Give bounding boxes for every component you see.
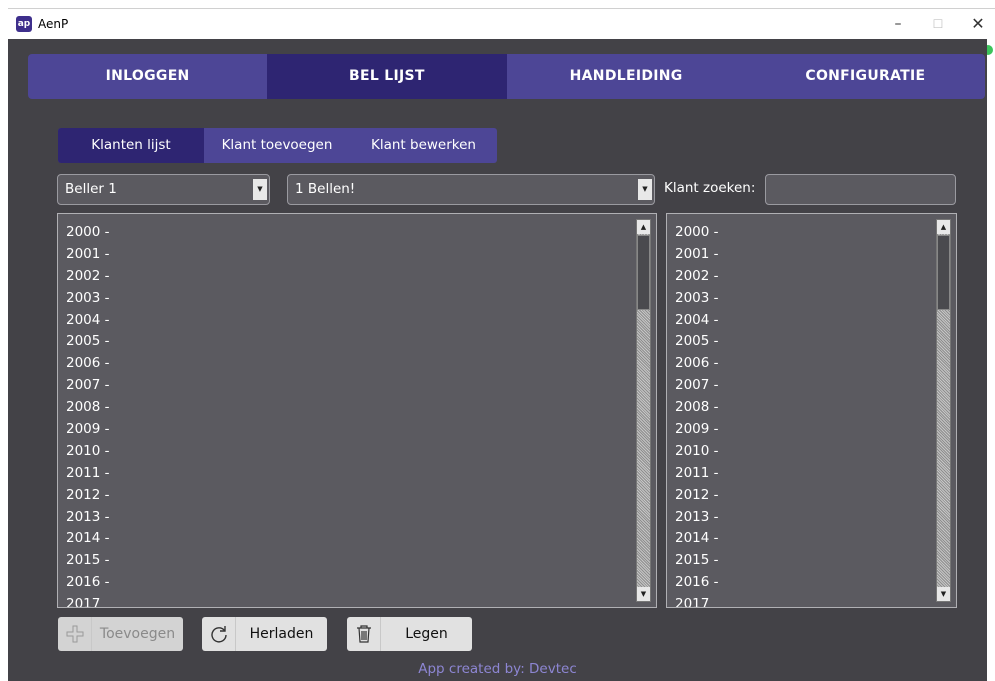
list-item[interactable]: 2006 -: [66, 353, 634, 375]
list-item[interactable]: 2004 -: [675, 310, 934, 332]
main-nav: INLOGGEN BEL LIJST HANDLEIDING CONFIGURA…: [28, 54, 985, 99]
search-label: Klant zoeken:: [664, 180, 756, 196]
list-item[interactable]: 2016 -: [66, 572, 634, 594]
list-item[interactable]: 2005 -: [66, 331, 634, 353]
list-item[interactable]: 2003 -: [675, 288, 934, 310]
customer-list-items: 2000 -2001 -2002 -2003 -2004 -2005 -2006…: [66, 222, 634, 607]
list-item[interactable]: 2000 -: [66, 222, 634, 244]
list-item[interactable]: 2003 -: [66, 288, 634, 310]
window-title: AenP: [38, 17, 69, 31]
scroll-thumb[interactable]: [637, 235, 650, 310]
trash-icon: [347, 617, 381, 651]
list-item[interactable]: 2017: [66, 594, 634, 607]
list-item[interactable]: 2012 -: [66, 485, 634, 507]
list-item[interactable]: 2005 -: [675, 331, 934, 353]
list-item[interactable]: 2007 -: [675, 375, 934, 397]
scroll-down-icon[interactable]: ▼: [937, 587, 950, 601]
tab-inloggen[interactable]: INLOGGEN: [28, 54, 267, 99]
list-item[interactable]: 2010 -: [675, 441, 934, 463]
chevron-down-icon[interactable]: ▼: [638, 179, 652, 200]
subtab-klant-toevoegen[interactable]: Klant toevoegen: [204, 128, 350, 163]
subtab-klanten-lijst[interactable]: Klanten lijst: [58, 128, 204, 163]
plus-icon: [58, 617, 92, 651]
list-item[interactable]: 2012 -: [675, 485, 934, 507]
app-body: INLOGGEN BEL LIJST HANDLEIDING CONFIGURA…: [8, 39, 987, 681]
list-item[interactable]: 2009 -: [66, 419, 634, 441]
refresh-icon: [202, 617, 236, 651]
customer-list-scrollbar[interactable]: ▲ ▼: [636, 219, 651, 602]
clear-button[interactable]: Legen: [347, 617, 472, 651]
maximize-button[interactable]: ☐: [918, 9, 958, 39]
customer-list[interactable]: 2000 -2001 -2002 -2003 -2004 -2005 -2006…: [57, 213, 657, 608]
list-item[interactable]: 2014 -: [675, 528, 934, 550]
list-item[interactable]: 2001 -: [675, 244, 934, 266]
list-item[interactable]: 2002 -: [675, 266, 934, 288]
list-item[interactable]: 2015 -: [675, 550, 934, 572]
scroll-up-icon[interactable]: ▲: [937, 220, 950, 234]
beller-select[interactable]: Beller 1 ▼: [57, 174, 270, 205]
chevron-down-icon[interactable]: ▼: [253, 179, 267, 200]
tab-configuratie[interactable]: CONFIGURATIE: [746, 54, 985, 99]
call-list-items: 2000 -2001 -2002 -2003 -2004 -2005 -2006…: [675, 222, 934, 607]
list-item[interactable]: 2004 -: [66, 310, 634, 332]
tab-bel-lijst[interactable]: BEL LIJST: [267, 54, 507, 99]
window-titlebar: ap AenP – ☐ ✕: [8, 8, 995, 39]
scroll-thumb[interactable]: [937, 235, 950, 310]
list-item[interactable]: 2008 -: [66, 397, 634, 419]
clear-button-label: Legen: [405, 626, 448, 642]
list-item[interactable]: 2007 -: [66, 375, 634, 397]
bellen-select[interactable]: 1 Bellen! ▼: [287, 174, 655, 205]
list-item[interactable]: 2008 -: [675, 397, 934, 419]
list-item[interactable]: 2002 -: [66, 266, 634, 288]
list-item[interactable]: 2016 -: [675, 572, 934, 594]
app-logo-icon: ap: [16, 16, 32, 32]
footer-credit: App created by: Devtec: [418, 661, 577, 677]
list-item[interactable]: 2013 -: [66, 507, 634, 529]
beller-select-value: Beller 1: [65, 181, 117, 197]
list-item[interactable]: 2009 -: [675, 419, 934, 441]
close-button[interactable]: ✕: [958, 9, 995, 39]
list-item[interactable]: 2000 -: [675, 222, 934, 244]
scroll-up-icon[interactable]: ▲: [637, 220, 650, 234]
list-item[interactable]: 2006 -: [675, 353, 934, 375]
list-item[interactable]: 2011 -: [675, 463, 934, 485]
add-button[interactable]: Toevoegen: [58, 617, 183, 651]
bellen-select-value: 1 Bellen!: [295, 181, 356, 197]
subtab-klant-bewerken[interactable]: Klant bewerken: [350, 128, 497, 163]
scroll-down-icon[interactable]: ▼: [637, 587, 650, 601]
list-item[interactable]: 2010 -: [66, 441, 634, 463]
reload-button-label: Herladen: [249, 626, 314, 642]
tab-handleiding[interactable]: HANDLEIDING: [507, 54, 746, 99]
call-list-scrollbar[interactable]: ▲ ▼: [936, 219, 951, 602]
add-button-label: Toevoegen: [99, 626, 176, 642]
list-item[interactable]: 2017: [675, 594, 934, 607]
search-input[interactable]: [765, 174, 956, 205]
reload-button[interactable]: Herladen: [202, 617, 327, 651]
minimize-button[interactable]: –: [878, 9, 918, 39]
list-item[interactable]: 2013 -: [675, 507, 934, 529]
list-item[interactable]: 2015 -: [66, 550, 634, 572]
list-item[interactable]: 2014 -: [66, 528, 634, 550]
list-item[interactable]: 2011 -: [66, 463, 634, 485]
list-item[interactable]: 2001 -: [66, 244, 634, 266]
call-list[interactable]: 2000 -2001 -2002 -2003 -2004 -2005 -2006…: [666, 213, 957, 608]
sub-nav: Klanten lijst Klant toevoegen Klant bewe…: [58, 128, 497, 163]
